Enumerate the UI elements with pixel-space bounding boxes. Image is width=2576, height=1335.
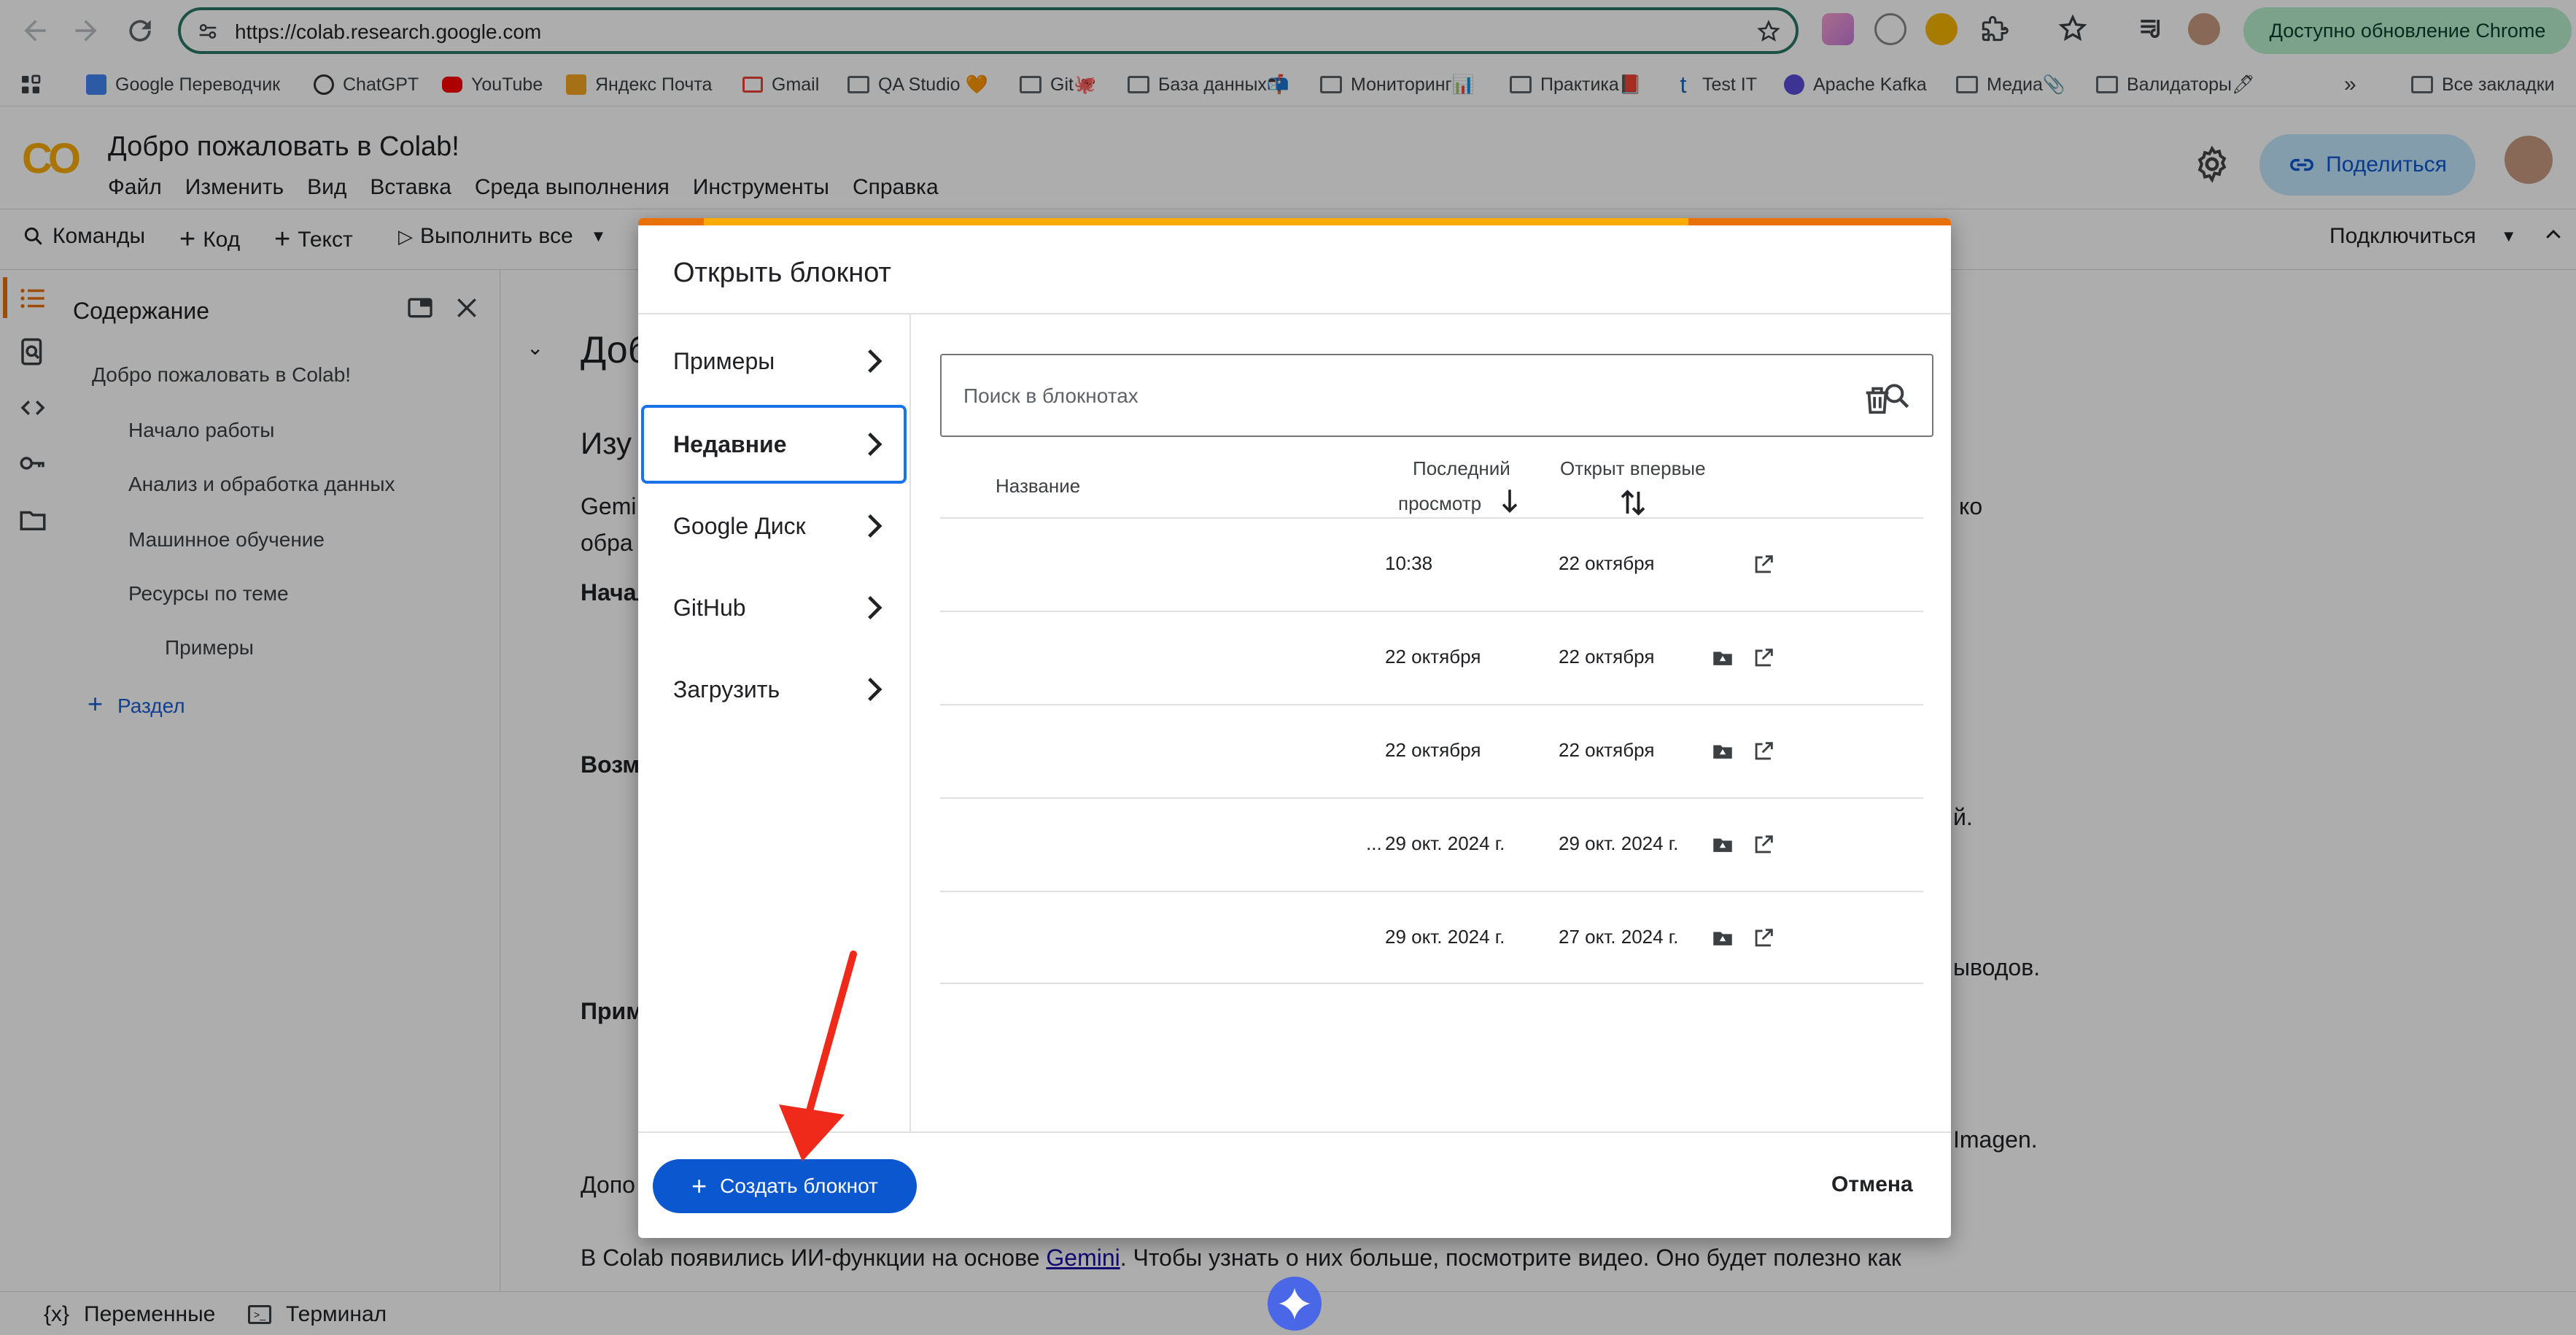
drive-folder-icon[interactable] xyxy=(1710,926,1735,951)
chevron-right-icon xyxy=(868,677,882,702)
sort-down-arrow-icon[interactable] xyxy=(1499,488,1521,514)
table-row[interactable]: ... 29 окт. 2024 г. 29 окт. 2024 г. xyxy=(940,797,1923,891)
table-row[interactable]: 10:38 22 октября xyxy=(940,517,1923,611)
trash-icon[interactable] xyxy=(1861,383,1894,417)
open-in-new-tab-icon[interactable] xyxy=(1751,832,1776,857)
first-opened: 22 октября xyxy=(1559,552,1655,574)
nav-google-drive[interactable]: Google Диск xyxy=(641,487,907,565)
column-header-first-opened[interactable]: Открыт впервые xyxy=(1560,457,1706,480)
open-in-new-tab-icon[interactable] xyxy=(1751,739,1776,764)
dialog-accent-bar xyxy=(638,218,1951,225)
first-opened: 29 окт. 2024 г. xyxy=(1559,832,1679,854)
sort-both-arrows-icon[interactable] xyxy=(1618,488,1648,517)
dialog-title: Открыть блокнот xyxy=(673,258,891,288)
nav-examples[interactable]: Примеры xyxy=(641,322,907,400)
first-opened: 22 октября xyxy=(1559,739,1655,761)
gemini-button[interactable] xyxy=(1268,1277,1322,1331)
drive-folder-icon[interactable] xyxy=(1710,832,1735,857)
chevron-right-icon xyxy=(868,432,882,457)
last-viewed: 22 октября xyxy=(1385,646,1481,668)
notebook-search-input[interactable]: Поиск в блокнотах xyxy=(940,354,1933,437)
table-row[interactable]: 22 октября 22 октября xyxy=(940,704,1923,797)
chevron-right-icon xyxy=(868,595,882,620)
last-viewed: 29 окт. 2024 г. xyxy=(1385,832,1505,854)
last-viewed: 22 октября xyxy=(1385,739,1481,761)
chevron-right-icon xyxy=(868,514,882,538)
nav-recent[interactable]: Недавние xyxy=(641,405,907,484)
search-placeholder: Поиск в блокнотах xyxy=(963,384,1138,407)
column-header-name[interactable]: Название xyxy=(996,475,1080,498)
red-annotation-arrow xyxy=(779,951,857,1161)
column-header-last-line2[interactable]: просмотр xyxy=(1398,492,1481,515)
notebook-name: ... xyxy=(1366,832,1382,854)
drive-folder-icon[interactable] xyxy=(1710,646,1735,670)
nav-upload[interactable]: Загрузить xyxy=(641,650,907,729)
nav-github[interactable]: GitHub xyxy=(641,568,907,647)
open-in-new-tab-icon[interactable] xyxy=(1751,646,1776,670)
table-row[interactable]: 29 окт. 2024 г. 27 окт. 2024 г. xyxy=(940,891,1923,984)
cancel-button[interactable]: Отмена xyxy=(1831,1172,1913,1197)
last-viewed: 10:38 xyxy=(1385,552,1433,574)
column-header-last-line1[interactable]: Последний xyxy=(1413,457,1510,480)
table-row[interactable]: 22 октября 22 октября xyxy=(940,611,1923,704)
first-opened: 27 окт. 2024 г. xyxy=(1559,926,1679,948)
chevron-right-icon xyxy=(868,349,882,374)
open-in-new-tab-icon[interactable] xyxy=(1751,926,1776,951)
last-viewed: 29 окт. 2024 г. xyxy=(1385,926,1505,948)
open-in-new-tab-icon[interactable] xyxy=(1751,552,1776,577)
drive-folder-icon[interactable] xyxy=(1710,739,1735,764)
first-opened: 22 октября xyxy=(1559,646,1655,668)
create-notebook-button[interactable]: + Создать блокнот xyxy=(653,1159,917,1213)
plus-icon: + xyxy=(691,1171,707,1201)
